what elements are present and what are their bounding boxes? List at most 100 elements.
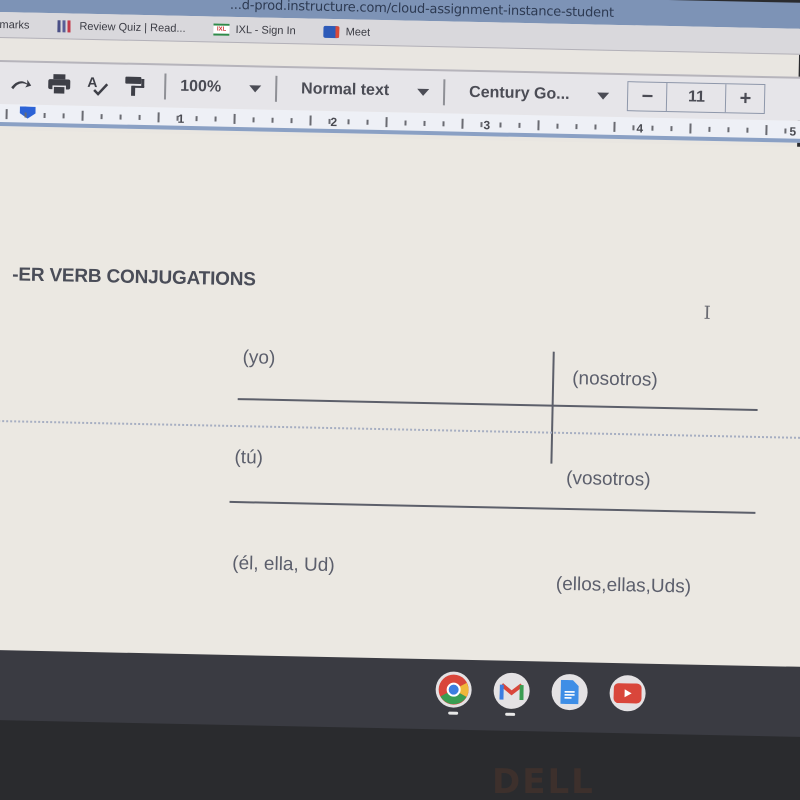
ruler-tick [708,126,711,132]
ruler-tick [746,127,749,133]
toolbar-divider [274,75,278,102]
spellcheck-icon: A [87,74,109,96]
ruler-number: 4 [636,121,644,136]
bookmark-label: IXL - Sign In [235,23,296,37]
ruler-tick [62,113,65,119]
ruler-tick [309,115,312,126]
youtube-icon [613,683,642,704]
bookmark-all[interactable]: marks [0,18,30,31]
ruler-tick [214,116,217,122]
font-select[interactable]: Century Go... [469,84,610,105]
ruler-tick [43,112,46,118]
ruler-tick [423,120,426,126]
chrome-icon [438,674,469,705]
redo-icon [11,79,32,90]
ruler-tick [100,114,103,120]
increase-font-size-button[interactable]: + [726,84,765,113]
ruler-tick [670,126,673,132]
dell-logo: DELL [492,762,595,800]
chevron-down-icon [597,92,610,100]
print-icon [48,74,71,96]
ruler-tick [233,113,236,124]
chevron-down-icon [417,88,430,96]
paint-format-icon [125,76,145,96]
ixl-icon: IXL [213,22,230,36]
indent-marker[interactable] [20,106,36,118]
meet-icon [323,25,340,38]
ruler-tick [81,110,84,121]
docs-icon [560,679,579,705]
bookmark-label: Meet [345,25,371,39]
font-size-stepper: − 11 + [627,81,766,115]
document-heading: -ER VERB CONJUGATIONS [12,264,256,291]
document-page[interactable]: -ER VERB CONJUGATIONS I (yo) (nosotros) … [0,129,800,668]
cell-label-yo: (yo) [242,347,276,369]
ruler-tick [784,128,787,134]
decrease-font-size-button[interactable]: − [628,82,667,111]
bookmark-label: marks [0,18,30,32]
ruler-number: 3 [483,118,491,133]
bookmark-label: Review Quiz | Read... [79,20,186,35]
style-value: Normal text [300,80,390,100]
screen: ...d-prod.instructure.com/cloud-assignme… [0,0,800,738]
spellcheck-button[interactable]: A [82,70,113,101]
ruler-tick [5,109,8,120]
ruler-tick [594,124,597,130]
ruler-tick [385,117,388,128]
ruler-tick [765,125,768,136]
ruler-number: 1 [177,111,185,126]
gmail-app[interactable] [493,672,531,710]
docs-app[interactable] [551,673,589,711]
text-cursor-icon: I [703,302,711,324]
ruler-tick [499,122,502,128]
style-select[interactable]: Normal text [300,80,430,101]
font-size-input[interactable]: 11 [666,82,727,113]
cell-label-ellos: (ellos,ellas,Uds) [555,573,692,598]
ruler-tick [613,121,616,132]
running-indicator [448,711,459,715]
ruler-tick [575,124,578,130]
ruler-tick [727,127,730,133]
ruler-tick [689,123,692,134]
ruler-tick [442,121,445,127]
ruler-number: 2 [330,114,338,130]
table-divider [550,351,555,464]
cell-label-el: (él, ella, Ud) [232,552,335,577]
ruler-tick [518,122,521,128]
chrome-app[interactable] [435,671,473,709]
zoom-value: 100% [180,77,222,96]
ruler-tick [347,119,350,125]
ruler-tick [366,119,369,125]
toolbar-divider [163,73,167,100]
ruler-tick [404,120,407,126]
bookmark-review-quiz[interactable]: Review Quiz | Read... [57,19,186,35]
cell-label-tu: (tú) [234,447,264,469]
redo-button[interactable] [6,68,37,99]
bookmark-ixl[interactable]: IXL IXL - Sign In [213,22,296,37]
ruler-tick [195,116,198,122]
ruler-tick [556,123,559,129]
ruler-number: 5 [789,124,797,139]
ruler-tick [271,117,274,123]
ruler-tick [157,112,160,123]
ruler-tick [537,120,540,131]
running-indicator [505,712,516,716]
paint-format-button[interactable] [120,71,151,102]
ruler-tick [138,114,141,120]
ruler-tick [119,114,122,120]
ruler-tick [461,118,464,129]
ruler-tick [290,118,293,124]
table-rule [229,500,756,514]
ruler-tick [252,117,255,123]
table-rule [237,398,758,411]
ruler-tick [480,122,483,128]
youtube-app[interactable] [609,674,646,712]
chevron-down-icon [249,84,262,92]
print-button[interactable] [44,69,75,100]
cell-label-nosotros: (nosotros) [571,368,658,391]
ruler-tick [632,125,635,131]
bookmark-meet[interactable]: Meet [323,25,371,39]
page-break [0,419,800,440]
zoom-select[interactable]: 100% [180,77,262,98]
toolbar-divider [442,79,446,106]
